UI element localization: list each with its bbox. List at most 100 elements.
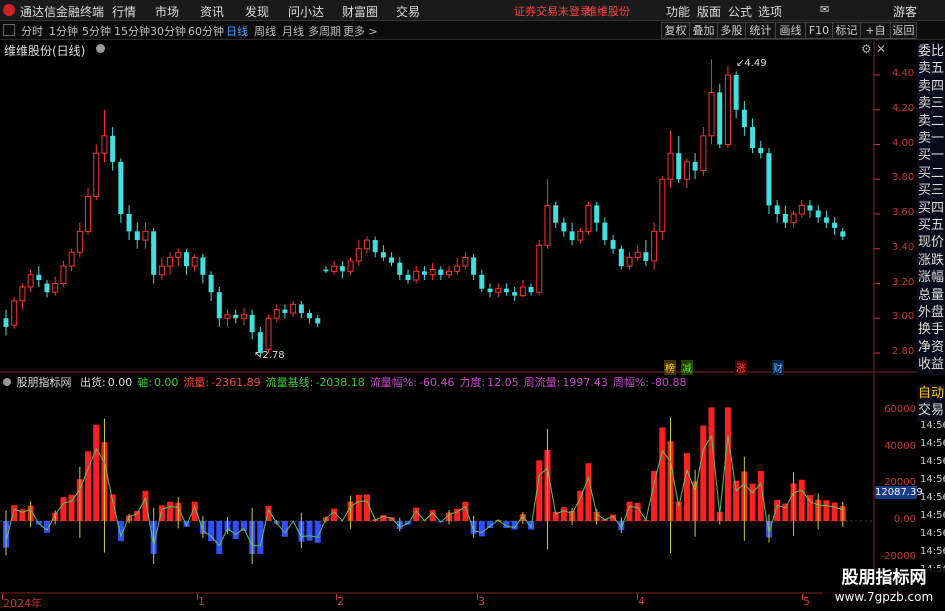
menu-item-0[interactable]: 行情: [112, 3, 136, 20]
indicator-field-label: 流量:: [183, 376, 209, 389]
candle-body: [529, 287, 534, 292]
side-panel-item-11[interactable]: 现价: [917, 234, 945, 253]
menu-item-6[interactable]: 交易: [396, 3, 420, 20]
side-panel-item-2[interactable]: 卖四: [917, 78, 945, 97]
period-2[interactable]: 5分钟: [82, 23, 111, 39]
kline-chart[interactable]: [0, 40, 945, 609]
indicator-name[interactable]: 股朋指标网: [17, 376, 72, 389]
side-panel-item-3[interactable]: 卖三: [917, 95, 945, 114]
side-panel-item-14[interactable]: 总量: [917, 287, 945, 306]
indicator-field-value: -60.46: [419, 376, 454, 389]
candle-body: [725, 75, 730, 145]
side-panel-item-16[interactable]: 换手: [917, 321, 945, 340]
period-5[interactable]: 60分钟: [188, 23, 224, 39]
menu-item-2[interactable]: 资讯: [200, 3, 224, 20]
period-9[interactable]: 多周期: [308, 23, 341, 39]
period-0[interactable]: 分时: [21, 23, 43, 39]
indicator-field-value: -80.88: [651, 376, 686, 389]
menu-item-5[interactable]: 财富圈: [342, 3, 378, 20]
side-panel-item-8[interactable]: 买三: [917, 182, 945, 201]
menu-right-item-3[interactable]: 选项: [758, 3, 782, 20]
side-panel-item-4[interactable]: 卖二: [917, 113, 945, 132]
tool-button-5[interactable]: F10: [805, 22, 833, 39]
side-panel-item-9[interactable]: 买四: [917, 200, 945, 219]
side-panel-item-1[interactable]: 卖五: [917, 60, 945, 79]
tool-button-1[interactable]: 叠加: [689, 22, 718, 39]
side-panel-item-10[interactable]: 买五: [917, 217, 945, 236]
flow-bar: [479, 521, 485, 536]
side-panel-item-18[interactable]: 收益: [917, 356, 945, 375]
side-panel-item-12[interactable]: 涨跌: [917, 252, 945, 271]
message-icon[interactable]: ✉: [820, 3, 829, 16]
indicator-tick-1: 40000: [878, 441, 916, 452]
menu-item-1[interactable]: 市场: [155, 3, 179, 20]
tool-button-2[interactable]: 多股: [717, 22, 746, 39]
side-panel-item-0[interactable]: 委比: [917, 43, 945, 62]
price-tick-5: 3.40: [892, 242, 918, 253]
candle-body: [36, 275, 41, 280]
chart-settings-icon[interactable]: ⚙: [861, 42, 872, 56]
candle-body: [151, 231, 156, 274]
menu-item-3[interactable]: 发现: [245, 3, 269, 20]
tool-button-4[interactable]: 画线: [775, 22, 806, 39]
login-notice[interactable]: 证券交易未登录: [514, 3, 591, 19]
side-panel-item-15[interactable]: 外盘: [917, 304, 945, 323]
chart-close-icon[interactable]: ✕: [876, 42, 886, 56]
flow-bar: [233, 521, 239, 539]
candle-body: [233, 315, 238, 318]
period-10[interactable]: 更多 >: [343, 23, 378, 39]
candle-body: [455, 266, 460, 271]
period-7[interactable]: 周线: [254, 23, 276, 39]
candle-body: [537, 245, 542, 292]
menu-right-item-0[interactable]: 功能: [666, 3, 690, 20]
tool-button-0[interactable]: 复权: [661, 22, 690, 39]
tool-button-8[interactable]: 返回: [890, 22, 917, 39]
period-3[interactable]: 15分钟: [114, 23, 150, 39]
side-panel-item-5[interactable]: 卖一: [917, 130, 945, 149]
indicator-field-label: 出货:: [80, 376, 106, 389]
menu-right-item-2[interactable]: 公式: [728, 3, 752, 20]
period-8[interactable]: 月线: [282, 23, 304, 39]
indicator-field-label: 周幅%:: [613, 376, 649, 389]
stock-tag[interactable]: 维维股份: [586, 3, 630, 19]
candle-body: [282, 310, 287, 313]
candle-body: [471, 257, 476, 274]
candle-body: [684, 162, 689, 179]
menu-right-item-1[interactable]: 版面: [697, 3, 721, 20]
date-tick-mark: [802, 594, 803, 600]
event-mark-finance[interactable]: 财: [772, 360, 784, 375]
period-4[interactable]: 30分钟: [150, 23, 186, 39]
side-panel-item-7[interactable]: 买二: [917, 165, 945, 184]
indicator-field-1: 轴:0.00: [137, 376, 178, 389]
period-1[interactable]: 1分钟: [49, 23, 78, 39]
side-panel-item-17[interactable]: 净资: [917, 339, 945, 358]
candle-body: [430, 270, 435, 275]
candle-body: [447, 271, 452, 274]
time-label-0: 14:56: [920, 420, 945, 431]
side-panel-item-6[interactable]: 买一: [917, 147, 945, 166]
time-label-1: 14:56: [920, 438, 945, 449]
low-price-value: 2.78: [262, 350, 284, 361]
tool-button-6[interactable]: 标记: [832, 22, 861, 39]
side-panel-item-13[interactable]: 涨幅: [917, 269, 945, 288]
tool-button-7[interactable]: +自选: [860, 22, 891, 39]
time-label-7: 14:56: [920, 546, 945, 557]
event-mark-list[interactable]: 榜: [664, 360, 676, 375]
guest-button[interactable]: 游客: [893, 3, 917, 20]
side-panel-bottom-1[interactable]: 交易: [917, 402, 945, 421]
indicator-options-icon[interactable]: [3, 378, 11, 386]
chart-options-icon[interactable]: [96, 44, 105, 53]
indicator-field-value: 0.00: [154, 376, 179, 389]
candle-body: [159, 266, 164, 275]
candle-body: [364, 240, 369, 249]
tool-button-3[interactable]: 统计: [745, 22, 776, 39]
event-mark-limit-up[interactable]: 涨: [735, 360, 747, 375]
panel-toggle-icon[interactable]: [3, 24, 15, 36]
event-mark-reduce[interactable]: 减: [681, 360, 693, 375]
candle-body: [611, 240, 616, 249]
candle-body: [110, 136, 115, 162]
indicator-field-value: -2361.89: [211, 376, 260, 389]
period-6[interactable]: 日线: [226, 23, 248, 39]
candle-body: [635, 252, 640, 257]
menu-item-4[interactable]: 问小达: [288, 3, 324, 20]
